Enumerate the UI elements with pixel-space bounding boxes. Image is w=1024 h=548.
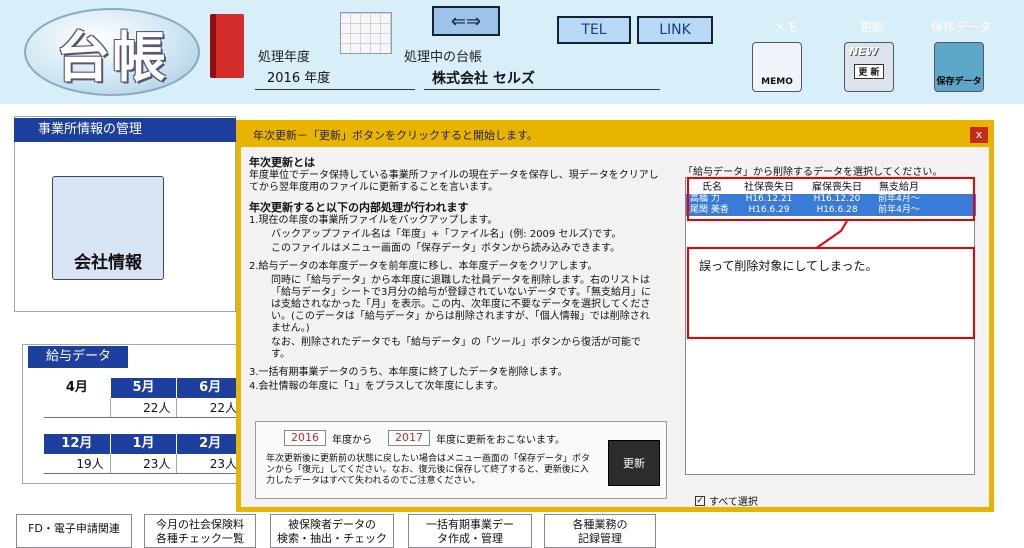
- update-button[interactable]: NEW 更 新: [844, 42, 894, 92]
- section-heading: 年次更新すると以下の内部処理が行われます: [249, 201, 469, 214]
- link-button[interactable]: LINK: [637, 16, 713, 44]
- dialog-title: 年次更新－「更新」ボタンをクリックすると開始します。: [241, 125, 989, 147]
- office-info-title: 事業所情報の管理: [14, 118, 236, 142]
- salary-count-row-1: 22人 22人: [44, 398, 245, 418]
- current-ledger-label: 処理中の台帳: [404, 50, 483, 65]
- salary-count: 19人: [44, 454, 111, 473]
- fiscal-year-value: 2016 年度: [255, 68, 415, 90]
- salary-count: [44, 398, 111, 417]
- salary-count-row-2: 19人 23人 23人: [44, 454, 245, 474]
- salary-month-header-row-2: 12月 1月 2月: [44, 434, 245, 454]
- delete-instruction: 「給与データ」から削除するデータを選択してください。: [683, 167, 943, 178]
- year-update-box: 2016 年度から 2017 年度に更新をおこないます。 年次更新後に更新前の状…: [255, 421, 667, 499]
- salary-data-title: 給与データ: [28, 346, 128, 368]
- tel-button[interactable]: TEL: [557, 16, 631, 44]
- fiscal-year-label: 処理年度: [258, 50, 311, 65]
- checkbox-checked-icon: ✓: [695, 495, 705, 506]
- salary-month-header-row-1: 4月 5月 6月: [44, 378, 245, 398]
- salary-count: 23人: [111, 454, 178, 473]
- memo-label: メモ: [773, 20, 798, 34]
- update-icon-text: 更 新: [854, 64, 884, 79]
- ledger-book-icon: [210, 14, 244, 78]
- fd-e-application-tab[interactable]: FD・電子申請関連: [16, 514, 132, 548]
- step-text: 1.現在の年度の事業所ファイルをバックアップします。: [249, 215, 498, 226]
- salary-month[interactable]: 1月: [111, 434, 178, 454]
- fixed-term-project-tab[interactable]: 一括有期事業デー タ作成・管理: [408, 514, 532, 548]
- salary-count: 23人: [177, 454, 245, 473]
- step-text: 2.給与データの本年度データを前年度に移し、本年度データをクリアします。: [249, 261, 598, 272]
- salary-month[interactable]: 2月: [177, 434, 245, 454]
- social-insurance-check-tab[interactable]: 今月の社会保険料 各種チェック一覧: [144, 514, 256, 548]
- app-logo: 台帳: [24, 8, 200, 96]
- salary-month[interactable]: 6月: [177, 378, 245, 398]
- company-info-button[interactable]: 会社情報: [52, 176, 164, 280]
- salary-month[interactable]: 4月: [44, 378, 111, 398]
- insured-search-tab[interactable]: 被保険者データの 検索・抽出・チェック: [270, 514, 394, 548]
- company-name-value: 株式会社 セルズ: [424, 68, 660, 90]
- update-button[interactable]: 更新: [608, 440, 660, 486]
- step-detail: このファイルはメニュー画面の「保存データ」ボタンから読み込みできます。: [271, 243, 620, 254]
- salary-month[interactable]: 12月: [44, 434, 111, 454]
- memo-icon-text: MEMO: [761, 77, 793, 87]
- saved-data-button[interactable]: 保存データ: [934, 42, 984, 92]
- step-detail: バックアップファイル名は「年度」+「ファイル名」(例: 2009 セルズ)です。: [271, 229, 622, 240]
- section-heading: 年次更新とは: [249, 156, 315, 169]
- task-records-tab[interactable]: 各種業務の 記録管理: [544, 514, 656, 548]
- from-year-text: 年度から: [332, 435, 372, 446]
- step-text: 4.会社情報の年度に「1」をプラスして次年度にします。: [249, 381, 504, 392]
- saved-data-label: 保存データ: [930, 20, 991, 34]
- memo-button[interactable]: MEMO: [752, 42, 802, 92]
- saved-data-icon-text: 保存データ: [936, 77, 982, 87]
- company-info-label: 会社情報: [74, 253, 142, 273]
- logo-text: 台帳: [56, 24, 168, 89]
- restore-note: 年次更新後に更新前の状態に戻したい場合はメニュー画面の「保存データ」ボタンから「…: [266, 454, 591, 486]
- annual-update-dialog: 年次更新－「更新」ボタンをクリックすると開始します。 x 年次更新とは 年度単位…: [236, 120, 994, 512]
- select-all-label: すべて選択: [709, 497, 758, 508]
- switch-ledger-button[interactable]: ⇐⇒: [432, 6, 500, 36]
- salary-count: 22人: [177, 398, 245, 417]
- salary-month[interactable]: 5月: [111, 378, 178, 398]
- highlight-box: [687, 177, 975, 221]
- switch-arrows-icon: ⇐⇒: [450, 10, 482, 32]
- new-badge: NEW: [849, 45, 878, 58]
- to-year-input[interactable]: 2017: [388, 430, 430, 446]
- description-text: 年度単位でデータ保持している事業所ファイルの現在データを保存し、現データをクリア…: [249, 170, 659, 193]
- calendar-icon[interactable]: [340, 12, 392, 54]
- update-label: 更新: [859, 20, 884, 34]
- select-all-checkbox[interactable]: ✓ すべて選択: [695, 493, 758, 508]
- to-year-text: 年度に更新をおこないます。: [436, 435, 565, 446]
- step-detail: なお、削除されたデータでも「給与データ」の「ツール」ボタンから復活が可能です。: [271, 337, 641, 360]
- step-detail: 同時に「給与データ」から本年度に退職した社員データを削除します。右のリストは「給…: [271, 275, 652, 334]
- step-text: 3.一括有期事業データのうち、本年度に終了したデータを削除します。: [249, 367, 568, 378]
- salary-count: 22人: [111, 398, 178, 417]
- annotation-callout: 誤って削除対象にしてしまった。: [687, 247, 975, 339]
- close-button[interactable]: x: [970, 127, 988, 143]
- from-year-input[interactable]: 2016: [284, 430, 326, 446]
